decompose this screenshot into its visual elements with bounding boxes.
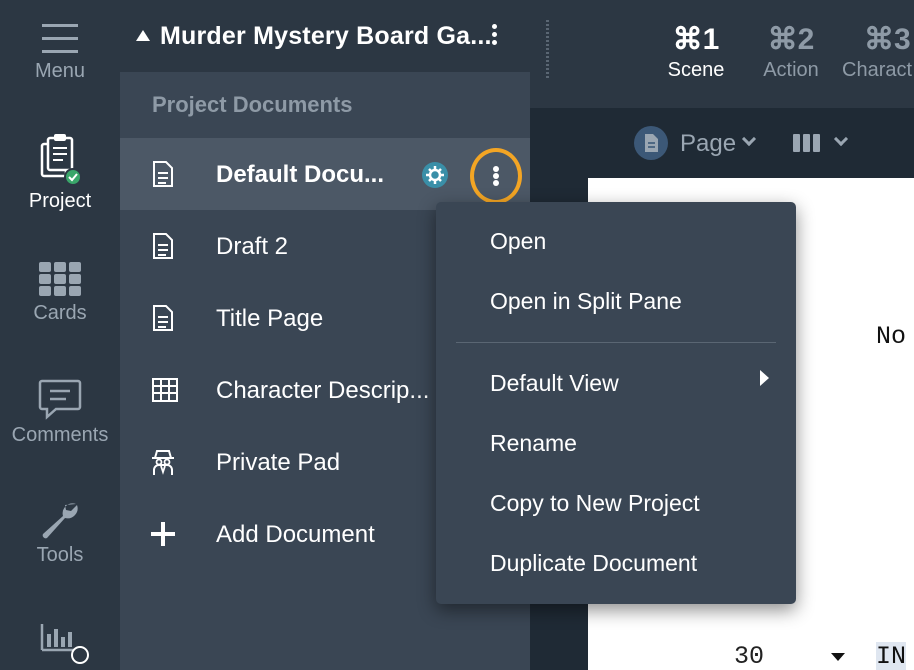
tab-label: Scene (667, 59, 725, 81)
rail-item-label: Comments (11, 424, 109, 446)
document-icon (153, 233, 173, 259)
script-line: IN (876, 642, 907, 670)
comment-icon (38, 379, 82, 420)
collapse-caret-icon[interactable] (136, 30, 150, 41)
menu-item-default-view[interactable]: Default View (490, 370, 619, 397)
tab-scene[interactable]: ⌘1 Scene (664, 22, 728, 82)
app-window: Menu Project Cards Comments Tools Murder… (0, 0, 914, 670)
rail-item-label: Cards (33, 302, 87, 324)
document-context-menu: Open Open in Split Pane Default View Ren… (436, 202, 796, 604)
tab-label: Charact (842, 59, 913, 81)
document-label: Private Pad (216, 449, 341, 476)
tab-label: Action (763, 59, 819, 81)
menu-item-open-split-pane[interactable]: Open in Split Pane (490, 288, 682, 315)
menu-item-copy-to-new-project[interactable]: Copy to New Project (490, 490, 700, 517)
tab-character[interactable]: ⌘3 Charact (842, 22, 914, 82)
rail-item-project[interactable]: Project (0, 134, 120, 213)
rail-item-menu[interactable]: Menu (0, 20, 120, 83)
cards-grid-icon (39, 262, 81, 296)
table-icon (152, 378, 178, 402)
project-more-icon[interactable] (488, 24, 500, 50)
rail-item-cards[interactable]: Cards (0, 260, 120, 325)
chevron-down-icon (833, 131, 849, 147)
project-header: Murder Mystery Board Ga... (120, 0, 530, 72)
tab-action[interactable]: ⌘2 Action (758, 22, 824, 82)
columns-icon (793, 134, 820, 152)
document-label: Add Document (216, 521, 375, 548)
settings-gear-icon[interactable] (422, 162, 448, 188)
columns-dropdown[interactable] (792, 131, 852, 156)
wrench-icon (42, 503, 78, 539)
section-title: Project Documents (152, 92, 353, 117)
hamburger-icon (42, 24, 78, 53)
rail-item-label: Tools (36, 544, 84, 566)
caret-down-icon[interactable] (830, 652, 846, 662)
rail-item-comments[interactable]: Comments (0, 378, 120, 447)
menu-divider (456, 342, 776, 343)
tab-shortcut: ⌘3 (864, 23, 911, 56)
spy-icon (152, 450, 174, 475)
document-icon (153, 305, 173, 331)
resize-handle[interactable] (546, 20, 549, 80)
view-label: Page (680, 130, 737, 157)
document-label: Title Page (216, 305, 324, 332)
rail-item-tools[interactable]: Tools (0, 498, 120, 567)
tab-shortcut: ⌘2 (767, 23, 815, 56)
left-rail: Menu Project Cards Comments Tools (0, 0, 120, 670)
tab-shortcut: ⌘1 (672, 23, 720, 56)
script-line: No (876, 322, 907, 351)
plus-icon (151, 522, 175, 546)
document-more-button[interactable] (470, 148, 522, 204)
document-label: Default Docu... (216, 161, 385, 188)
document-icon (153, 161, 173, 187)
rail-item-label: Project (28, 190, 92, 212)
rail-item-label: Menu (34, 60, 86, 82)
rail-item-stats[interactable] (0, 620, 120, 670)
menu-item-open[interactable]: Open (490, 228, 546, 255)
line-number: 30 (734, 642, 765, 670)
document-label: Character Descrip... (216, 377, 430, 404)
document-label: Draft 2 (216, 233, 289, 260)
project-title[interactable]: Murder Mystery Board Ga... (160, 22, 492, 51)
document-row-default[interactable]: Default Docu... (120, 138, 530, 210)
submenu-arrow-icon (760, 370, 769, 386)
page-icon (634, 126, 668, 160)
stats-icon (40, 624, 89, 664)
menu-item-duplicate-document[interactable]: Duplicate Document (490, 550, 697, 577)
menu-item-rename[interactable]: Rename (490, 430, 577, 457)
project-docs-icon (40, 134, 82, 186)
